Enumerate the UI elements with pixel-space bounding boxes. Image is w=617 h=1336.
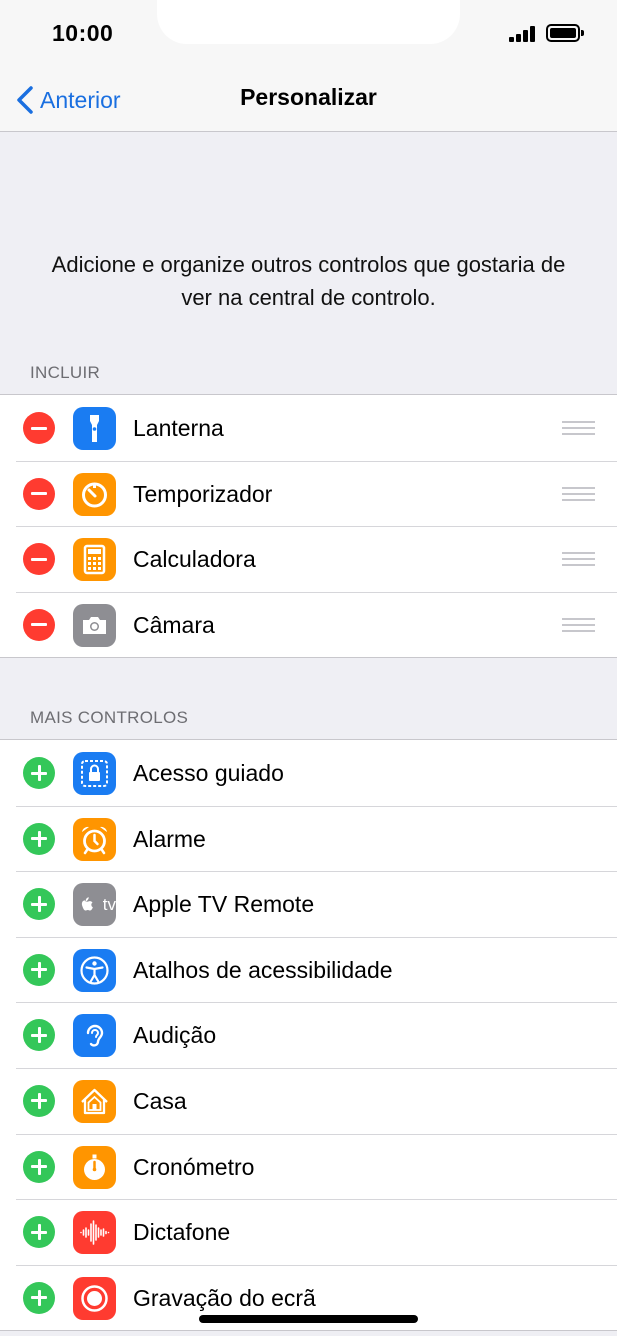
list-item: Casa (0, 1067, 617, 1134)
included-list: Lanterna Temporizador Calculadora Câmara (0, 394, 617, 659)
section-header-more: MAIS CONTROLOS (30, 708, 189, 727)
list-item: Lanterna (0, 395, 617, 461)
item-label: Temporizador (133, 480, 273, 507)
list-item: Calculadora (0, 526, 617, 592)
item-label: Atalhos de acessibilidade (133, 956, 393, 983)
reorder-handle-icon[interactable] (562, 617, 595, 632)
add-button[interactable] (23, 1084, 55, 1117)
battery-icon (546, 24, 584, 42)
remove-button[interactable] (23, 608, 55, 641)
item-label: Gravação do ecrã (133, 1284, 316, 1311)
home-indicator[interactable] (199, 1315, 418, 1323)
section-header-included: INCLUIR (30, 363, 101, 382)
alarm-icon (73, 817, 116, 861)
add-button[interactable] (23, 822, 55, 855)
add-button[interactable] (23, 953, 55, 986)
add-button[interactable] (23, 888, 55, 921)
item-label: Apple TV Remote (133, 891, 315, 918)
remove-button[interactable] (23, 412, 55, 444)
remove-button[interactable] (23, 543, 55, 576)
item-label: Dictafone (133, 1219, 231, 1246)
list-item: tv Apple TV Remote (0, 871, 617, 937)
list-item: Cronómetro (0, 1133, 617, 1200)
signal-icon (509, 26, 537, 42)
page-title: Personalizar (240, 84, 377, 110)
more-controls-list: Acesso guiado Alarme tv Apple TV Remote … (0, 739, 617, 1332)
item-label: Audição (133, 1022, 217, 1049)
apple-tv-icon-text: tv (102, 894, 116, 914)
reorder-handle-icon[interactable] (562, 421, 595, 435)
add-button[interactable] (23, 1150, 55, 1183)
add-button[interactable] (23, 1019, 55, 1052)
remove-button[interactable] (23, 477, 55, 510)
list-item: Dictafone (0, 1199, 617, 1265)
guided-access-icon (73, 752, 116, 795)
item-label: Acesso guiado (133, 760, 284, 786)
apple-tv-icon: tv (73, 883, 116, 927)
hearing-icon (73, 1014, 116, 1058)
add-button[interactable] (23, 757, 55, 789)
navigation-bar: Anterior Personalizar (0, 70, 617, 132)
screen-recording-icon (73, 1276, 116, 1320)
list-item: Temporizador (0, 460, 617, 527)
home-icon (73, 1079, 116, 1123)
reorder-handle-icon[interactable] (562, 552, 595, 567)
flashlight-icon (73, 407, 116, 450)
item-label: Calculadora (133, 546, 256, 573)
stopwatch-icon (73, 1145, 116, 1189)
item-label: Casa (133, 1087, 187, 1114)
item-label: Lanterna (133, 415, 224, 441)
item-label: Cronómetro (133, 1153, 255, 1180)
voice-memos-icon (73, 1211, 116, 1255)
list-item: Audição (0, 1002, 617, 1068)
camera-icon (73, 603, 116, 647)
item-label: Alarme (133, 825, 206, 852)
list-item: Atalhos de acessibilidade (0, 936, 617, 1003)
status-time: 10:00 (52, 20, 114, 46)
status-bar: 10:00 (0, 0, 617, 70)
notch (157, 0, 460, 44)
item-label: Câmara (133, 611, 215, 638)
add-button[interactable] (23, 1216, 55, 1249)
accessibility-icon (73, 948, 116, 992)
add-button[interactable] (23, 1281, 55, 1314)
timer-icon (73, 472, 116, 516)
reorder-handle-icon[interactable] (562, 486, 595, 501)
calculator-icon (73, 538, 116, 582)
list-item: Câmara (0, 591, 617, 658)
intro-text: Adicione e organize outros controlos que… (51, 252, 566, 310)
list-item: Alarme (0, 805, 617, 872)
list-item: Acesso guiado (0, 740, 617, 806)
